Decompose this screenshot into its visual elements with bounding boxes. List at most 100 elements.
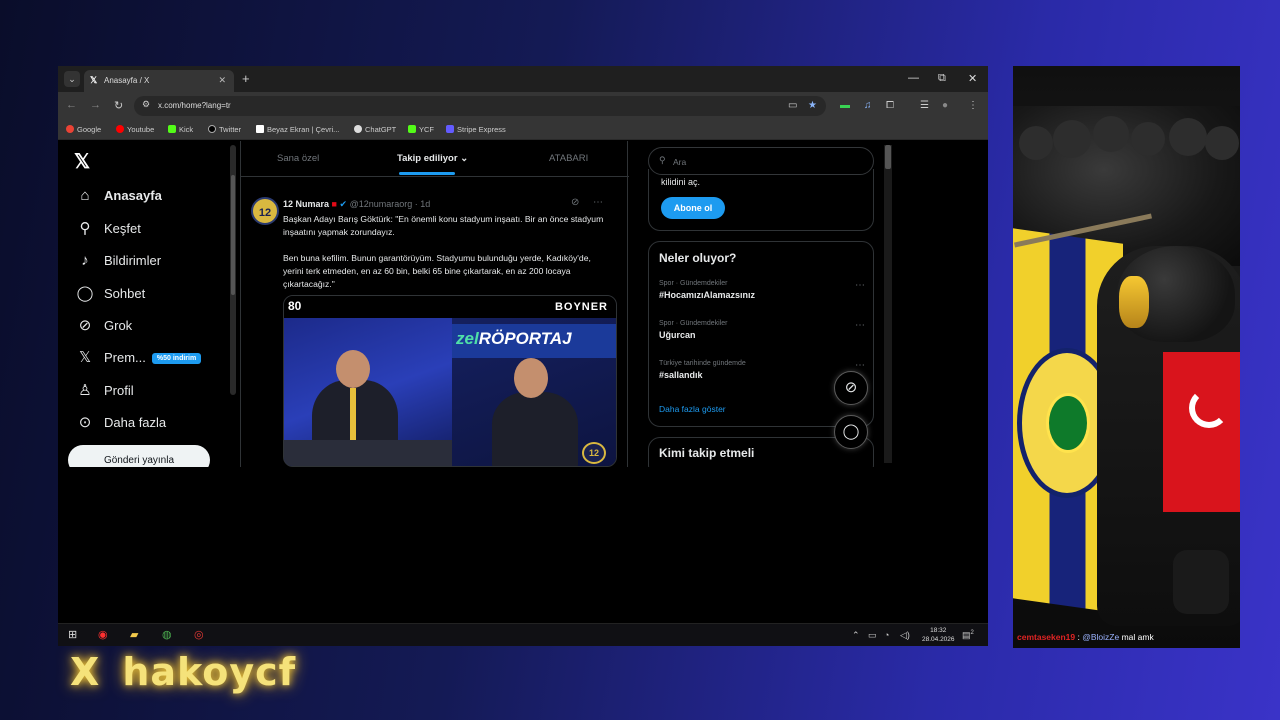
tab-atabari[interactable]: ATABARI <box>549 153 588 164</box>
x-favicon-icon: 𝕏 <box>90 75 98 85</box>
x-logo-text: X <box>70 650 101 694</box>
chrome-icon[interactable]: ◍ <box>162 628 172 641</box>
media-icon[interactable]: ☰ <box>920 100 929 111</box>
trend-more-icon[interactable]: ⋯ <box>855 280 865 291</box>
trend-more-icon[interactable]: ⋯ <box>855 320 865 331</box>
bookmark-star-icon[interactable]: ★ <box>808 100 817 111</box>
search-input[interactable]: ⚲ Ara <box>648 147 874 175</box>
bookmark-stripe[interactable]: Stripe Express <box>446 125 506 134</box>
guest-figure <box>492 392 578 466</box>
premium-discount-badge: %50 indirim <box>151 353 202 364</box>
trend-item[interactable]: Spor · Gündemdekiler Uğurcan <box>659 320 859 340</box>
wifi-icon[interactable]: ◔ <box>884 630 889 640</box>
tab-for-you[interactable]: Sana özel <box>277 153 319 164</box>
show-more-link[interactable]: Daha fazla göster <box>659 404 726 414</box>
search-icon: ⚲ <box>79 220 91 237</box>
browser-tab[interactable]: 𝕏 Anasayfa / X ✕ <box>84 70 234 92</box>
host-head <box>336 350 370 388</box>
feed-tabs: Sana özel Takip ediliyor ⌄ ATABARI <box>241 141 629 177</box>
youtube-icon <box>116 125 124 133</box>
subscribe-button[interactable]: Abone ol <box>661 197 725 219</box>
reload-button[interactable]: ↻ <box>114 99 123 112</box>
network-icon[interactable]: ▭ <box>868 630 877 641</box>
site-info-icon[interactable]: ⚙ <box>142 99 150 110</box>
unlock-text: kilidini aç. <box>661 177 701 187</box>
tab-search-button[interactable]: ⌄ <box>64 71 80 87</box>
bookmarks-bar: Google Youtube Kick Twitter Beyaz Ekran … <box>58 120 988 140</box>
youtube-music-icon[interactable]: ◉ <box>98 628 108 641</box>
scrollbar-thumb[interactable] <box>231 175 235 295</box>
profile-avatar-icon[interactable]: ● <box>942 100 948 111</box>
cast-icon[interactable]: ▭ <box>788 100 797 111</box>
nav-notifications[interactable]: ♪ Bildirimler <box>74 252 234 276</box>
tweet-author-name[interactable]: 12 Numara <box>283 199 329 209</box>
grok-float-button[interactable]: ⊘ <box>834 371 868 405</box>
obs-icon[interactable]: ◎ <box>194 628 204 641</box>
streamer-name: Xhakoycf <box>70 650 296 694</box>
notifications-icon[interactable]: ▤2 <box>962 630 974 641</box>
turkish-flag <box>1163 352 1240 512</box>
grok-icon[interactable]: ⊘ <box>571 197 579 208</box>
bookmark-chatgpt[interactable]: ChatGPT <box>354 125 396 134</box>
tray-chevron-icon[interactable]: ⌃ <box>852 630 860 641</box>
new-tab-button[interactable]: + <box>242 71 250 86</box>
stripe-icon <box>446 125 454 133</box>
media-right-scene: zelRÖPORTAJ 12 <box>452 318 616 466</box>
trend-item[interactable]: Spor · Gündemdekiler #HocamızıAlamazsını… <box>659 280 859 300</box>
bell-icon: ♪ <box>81 252 89 269</box>
nav-more[interactable]: ⊙ Daha fazla <box>74 413 234 437</box>
x-logo-icon[interactable]: 𝕏 <box>74 149 90 174</box>
tab-following[interactable]: Takip ediliyor ⌄ <box>397 153 468 164</box>
bookmark-ycf[interactable]: YCF <box>408 125 434 134</box>
bookmark-twitter[interactable]: Twitter <box>208 125 241 134</box>
tweet-media[interactable]: 80 BOYNER zelRÖPORTAJ 12 <box>283 295 617 467</box>
google-icon <box>66 125 74 133</box>
chat-username: cemtaseken19 <box>1017 632 1076 642</box>
bookmark-google[interactable]: Google <box>66 125 101 134</box>
scrollbar-thumb[interactable] <box>885 145 891 169</box>
windows-start-icon[interactable]: ⊞ <box>68 628 77 641</box>
file-explorer-icon[interactable]: ▰ <box>130 628 138 641</box>
messages-float-button[interactable]: ◯ <box>834 415 868 449</box>
verified-icon: ✔ <box>339 199 348 209</box>
kick-icon <box>408 125 416 133</box>
more-icon: ⊙ <box>78 414 92 431</box>
extensions-icon[interactable]: ⧠ <box>886 100 894 111</box>
chat-mention: @BloizZe <box>1082 632 1120 642</box>
nav-chat[interactable]: ◯ Sohbet <box>74 284 234 308</box>
premium-card: kilidini aç. Abone ol <box>648 169 874 231</box>
forward-button[interactable]: → <box>90 99 101 111</box>
restore-button[interactable]: ⧉ <box>938 72 946 85</box>
bookmark-beyaz-ekran[interactable]: Beyaz Ekran | Çevri... <box>256 125 339 134</box>
trend-item[interactable]: Türkiye tarihinde gündemde #sallandık <box>659 360 859 380</box>
nav-home[interactable]: ⌂ Anasayfa <box>74 187 234 211</box>
more-options-icon[interactable]: ⋯ <box>593 197 603 208</box>
chat-text: mal amk <box>1119 632 1154 642</box>
host-tie <box>350 388 356 440</box>
extension-green-icon[interactable]: ▬ <box>840 100 850 111</box>
address-bar[interactable]: ⚙ x.com/home?lang=tr ▭ ★ <box>134 96 826 116</box>
post-button[interactable]: Gönderi yayınla <box>68 445 210 467</box>
menu-kebab-icon[interactable]: ⋮ <box>968 100 978 111</box>
bookmark-kick[interactable]: Kick <box>168 125 193 134</box>
sidebar-scrollbar[interactable] <box>230 145 236 395</box>
turkey-flag-icon: ■ <box>331 199 337 209</box>
back-button[interactable]: ← <box>66 99 77 111</box>
bookmark-youtube[interactable]: Youtube <box>116 125 154 134</box>
page-scrollbar[interactable] <box>884 145 892 463</box>
nav-profile[interactable]: ♙ Profil <box>74 381 234 405</box>
nav-grok[interactable]: ⊘ Grok <box>74 316 234 340</box>
system-clock[interactable]: 18:32 28.04.2026 <box>922 626 955 644</box>
media-left-scene <box>284 318 452 466</box>
avatar[interactable]: 12 <box>251 197 279 225</box>
taskbar: ⊞ ◉ ▰ ◍ ◎ ⌃ ▭ ◔ ◁) 18:32 28.04.2026 ▤2 <box>58 623 988 646</box>
trend-more-icon[interactable]: ⋯ <box>855 360 865 371</box>
tweet-handle[interactable]: @12numaraorg · 1d <box>350 199 431 209</box>
nav-explore[interactable]: ⚲ Keşfet <box>74 219 234 243</box>
nav-premium[interactable]: 𝕏 Prem... %50 indirim <box>74 348 234 372</box>
tab-close-icon[interactable]: ✕ <box>218 75 226 86</box>
audio-icon[interactable]: ♫ <box>864 100 872 111</box>
minimize-button[interactable]: — <box>908 72 919 84</box>
volume-icon[interactable]: ◁) <box>900 630 910 641</box>
close-window-button[interactable]: ✕ <box>968 72 977 85</box>
